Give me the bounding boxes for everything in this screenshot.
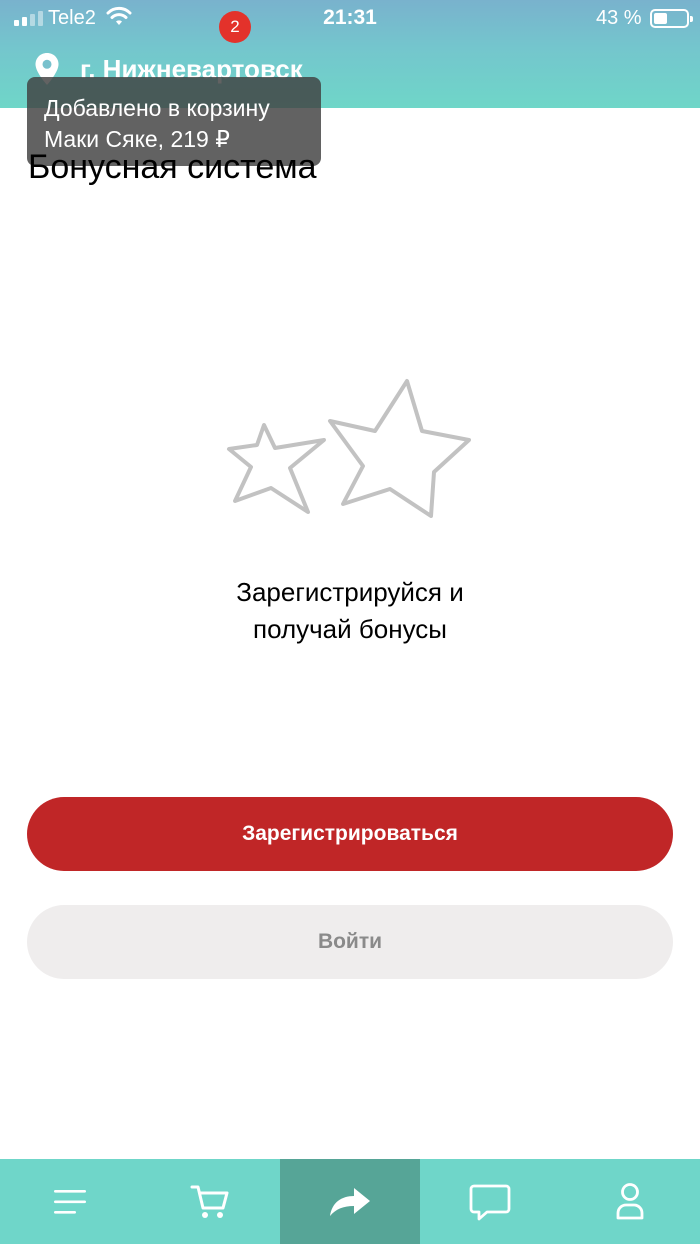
tab-profile[interactable] bbox=[560, 1159, 700, 1244]
clock: 21:31 bbox=[323, 6, 377, 29]
register-button[interactable]: Зарегистрироваться bbox=[27, 797, 673, 871]
promo-text: Зарегистрируйся и получай бонусы bbox=[0, 574, 700, 648]
tab-chat[interactable] bbox=[420, 1159, 560, 1244]
profile-icon bbox=[616, 1182, 644, 1219]
login-button[interactable]: Войти bbox=[27, 905, 673, 979]
promo-line: Зарегистрируйся и bbox=[236, 577, 464, 607]
battery-icon bbox=[650, 9, 693, 28]
battery-percentage: 43 % bbox=[596, 7, 642, 29]
share-icon bbox=[330, 1187, 370, 1216]
cart-count-badge: 2 bbox=[219, 11, 251, 43]
tab-menu[interactable] bbox=[0, 1159, 140, 1244]
toast-line: Добавлено в корзину bbox=[44, 95, 270, 121]
page-title: Бонусная система bbox=[28, 148, 317, 186]
tab-share[interactable] bbox=[280, 1159, 420, 1244]
tab-cart[interactable] bbox=[140, 1159, 280, 1244]
battery-level bbox=[654, 13, 667, 24]
tab-bar bbox=[0, 1159, 700, 1244]
menu-icon bbox=[54, 1189, 86, 1214]
cart-icon bbox=[190, 1185, 229, 1218]
chat-icon bbox=[469, 1184, 511, 1220]
stars-icon bbox=[227, 379, 471, 518]
promo-line: получай бонусы bbox=[253, 614, 447, 644]
status-bar: Tele2 21:31 43 % bbox=[0, 0, 700, 36]
